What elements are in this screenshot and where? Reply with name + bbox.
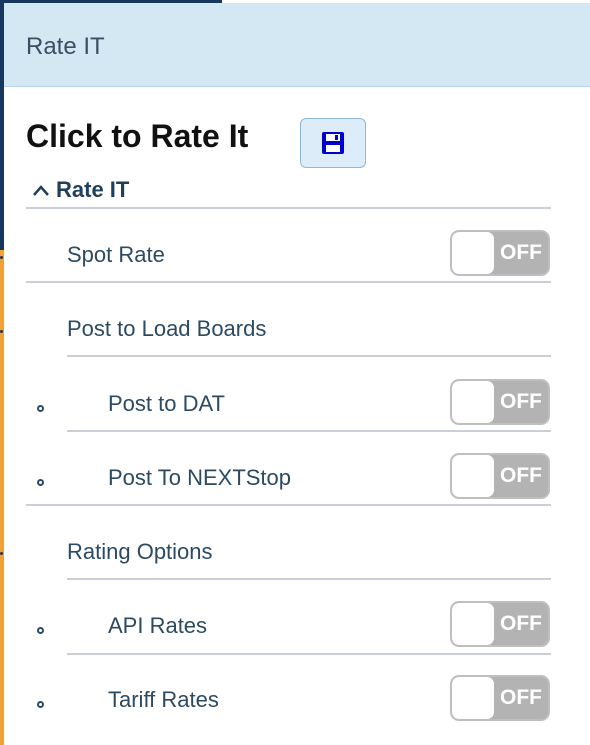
toggle-state: OFF xyxy=(500,464,542,487)
row-divider xyxy=(67,653,551,655)
post-to-nextstop-toggle[interactable]: OFF xyxy=(450,453,550,499)
edge-dot xyxy=(0,330,3,333)
bullet-icon xyxy=(37,405,44,412)
row-divider xyxy=(67,355,551,357)
header-title: Rate IT xyxy=(26,33,105,60)
row-label-spot-rate: Spot Rate xyxy=(67,242,165,267)
toggle-knob xyxy=(452,677,494,719)
row-label-post-to-load-boards: Post to Load Boards xyxy=(67,316,267,341)
toggle-state: OFF xyxy=(500,241,542,264)
row-label-tariff-rates: Tariff Rates xyxy=(108,687,219,712)
toggle-knob xyxy=(452,381,494,423)
toggle-knob xyxy=(452,455,494,497)
save-button[interactable] xyxy=(300,118,366,168)
section-toggle-rate-it[interactable]: Rate IT xyxy=(30,176,129,204)
chevron-up-icon xyxy=(33,185,49,196)
spot-rate-toggle[interactable]: OFF xyxy=(450,230,550,276)
page-title: Click to Rate It xyxy=(26,118,249,154)
row-divider xyxy=(67,430,551,432)
edge-dot xyxy=(0,552,3,555)
bullet-icon xyxy=(37,627,44,634)
tariff-rates-toggle[interactable]: OFF xyxy=(450,675,550,721)
edge-dot xyxy=(0,256,3,259)
toggle-knob xyxy=(452,603,494,645)
left-edge-strip-orange xyxy=(0,250,4,745)
row-label-post-to-dat: Post to DAT xyxy=(108,391,225,416)
row-label-rating-options: Rating Options xyxy=(67,539,213,564)
toggle-state: OFF xyxy=(500,686,542,709)
row-divider xyxy=(26,281,551,283)
row-label-api-rates: API Rates xyxy=(108,613,208,638)
bullet-icon xyxy=(37,479,44,486)
row-label-post-to-nextstop: Post To NEXTStop xyxy=(108,465,292,490)
save-icon xyxy=(322,132,344,154)
row-divider xyxy=(26,504,551,506)
toggle-state: OFF xyxy=(500,612,542,635)
section-label: Rate IT xyxy=(56,177,130,202)
api-rates-toggle[interactable]: OFF xyxy=(450,601,550,647)
toggle-knob xyxy=(452,232,494,274)
section-divider xyxy=(26,207,551,209)
row-divider xyxy=(67,578,551,580)
toggle-state: OFF xyxy=(500,390,542,413)
panel-header: Rate IT xyxy=(4,3,590,87)
post-to-dat-toggle[interactable]: OFF xyxy=(450,379,550,425)
bullet-icon xyxy=(37,701,44,708)
